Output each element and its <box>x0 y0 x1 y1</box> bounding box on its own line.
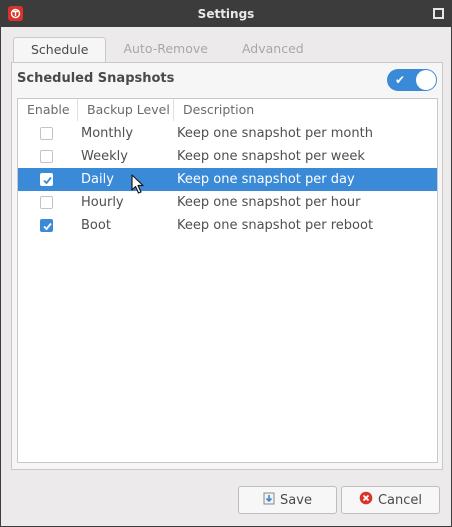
title-bar[interactable]: Settings <box>1 1 451 27</box>
enable-checkbox-weekly[interactable] <box>40 150 53 163</box>
table-row-boot[interactable]: Boot Keep one snapshot per reboot <box>18 214 437 237</box>
table-row-weekly[interactable]: Weekly Keep one snapshot per week <box>18 145 437 168</box>
backup-level-cell: Hourly <box>81 195 124 210</box>
cancel-button[interactable]: Cancel <box>341 486 440 514</box>
toggle-knob <box>416 70 436 90</box>
backup-level-cell: Boot <box>81 218 111 233</box>
description-cell: Keep one snapshot per week <box>177 149 365 164</box>
enable-checkbox-boot[interactable] <box>40 219 53 232</box>
enable-checkbox-daily[interactable] <box>40 173 53 186</box>
tab-bar: Schedule Auto-Remove Advanced <box>13 37 321 63</box>
enable-checkbox-hourly[interactable] <box>40 196 53 209</box>
column-header-backup-level[interactable]: Backup Level <box>77 99 173 121</box>
schedule-panel: Scheduled Snapshots ✔ Enable Backup Leve… <box>11 62 443 470</box>
cancel-label: Cancel <box>377 492 423 508</box>
schedule-list: Enable Backup Level Description Monthly … <box>17 98 438 463</box>
list-header: Enable Backup Level Description <box>18 99 437 121</box>
description-cell: Keep one snapshot per reboot <box>177 218 374 233</box>
column-header-enable[interactable]: Enable <box>18 99 77 121</box>
tab-advanced[interactable]: Advanced <box>225 37 321 63</box>
window-title: Settings <box>197 7 255 21</box>
table-row-hourly[interactable]: Hourly Keep one snapshot per hour <box>18 191 437 214</box>
backup-level-cell: Daily <box>81 172 114 187</box>
tab-schedule[interactable]: Schedule <box>13 37 107 63</box>
mouse-cursor-icon <box>131 174 144 194</box>
enable-checkbox-monthly[interactable] <box>40 127 53 140</box>
section-title: Scheduled Snapshots <box>17 71 175 86</box>
backup-level-cell: Monthly <box>81 126 134 141</box>
table-row-monthly[interactable]: Monthly Keep one snapshot per month <box>18 122 437 145</box>
tab-auto-remove[interactable]: Auto-Remove <box>106 37 225 63</box>
description-cell: Keep one snapshot per day <box>177 172 355 187</box>
table-row-daily[interactable]: Daily Keep one snapshot per day <box>18 168 437 191</box>
column-header-description[interactable]: Description <box>173 99 437 121</box>
save-icon <box>263 492 275 509</box>
save-label: Save <box>280 492 312 508</box>
backup-level-cell: Weekly <box>81 149 128 164</box>
save-button[interactable]: Save <box>238 486 337 514</box>
check-icon: ✔ <box>395 73 406 87</box>
description-cell: Keep one snapshot per hour <box>177 195 361 210</box>
scheduled-snapshots-toggle[interactable]: ✔ <box>387 69 437 91</box>
settings-window: Settings Schedule Auto-Remove Advanced S… <box>0 0 452 527</box>
description-cell: Keep one snapshot per month <box>177 126 373 141</box>
maximize-icon[interactable] <box>433 8 444 19</box>
cancel-icon <box>359 491 373 509</box>
